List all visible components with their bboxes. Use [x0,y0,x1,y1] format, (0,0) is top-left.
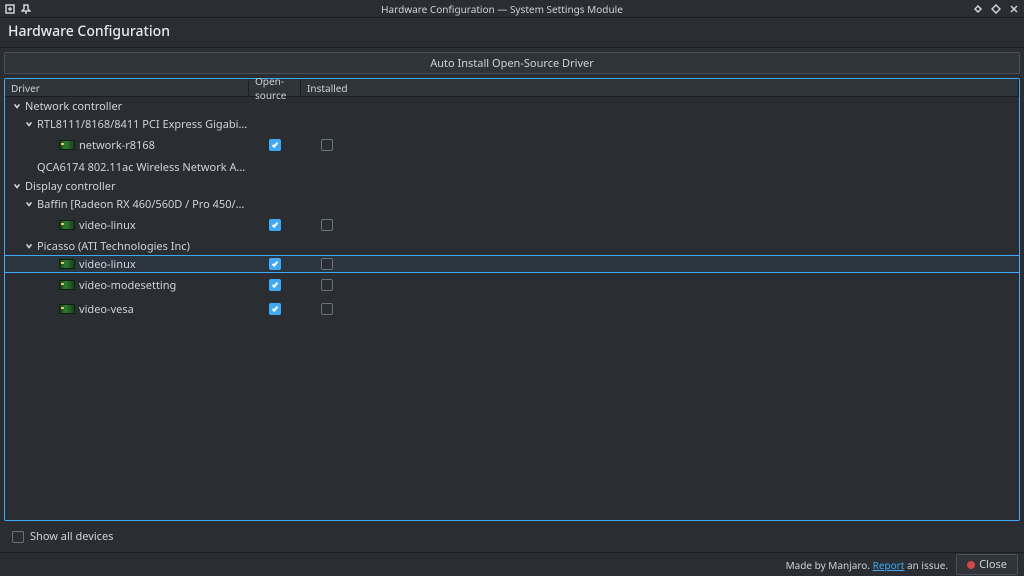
report-link[interactable]: Report [873,558,905,572]
installed-checkbox[interactable] [321,258,333,270]
page-title: Hardware Configuration [8,22,1016,41]
installed-checkbox[interactable] [321,139,333,151]
hardware-card-icon [59,220,75,230]
table-row[interactable]: Picasso (ATI Technologies Inc) [5,237,1019,255]
table-header: Driver Open-source Installed [5,79,1019,97]
open-source-checkbox[interactable] [269,279,281,291]
table-row[interactable]: Network controller [5,97,1019,115]
window-title: Hardware Configuration — System Settings… [32,2,972,16]
minimize-icon[interactable] [972,3,984,15]
hardware-card-icon [59,259,75,269]
close-dot-icon [967,561,975,569]
row-label: video-modesetting [79,278,176,293]
table-row[interactable]: video-vesa [5,297,1019,321]
maximize-icon[interactable] [990,3,1002,15]
table-row[interactable]: Display controller [5,177,1019,195]
table-row[interactable]: video-linux [5,213,1019,237]
credit-text: Made by Manjaro. Report an issue. [6,558,956,572]
table-row[interactable]: RTL8111/8168/8411 PCI Express Gigabit Et… [5,115,1019,133]
chevron-down-icon[interactable] [23,240,35,252]
col-header-driver[interactable]: Driver [5,79,249,96]
row-label: RTL8111/8168/8411 PCI Express Gigabit Et… [37,117,249,132]
installed-checkbox[interactable] [321,279,333,291]
close-button[interactable]: Close [956,554,1018,575]
show-all-checkbox[interactable] [12,531,24,543]
chevron-down-icon[interactable] [11,100,23,112]
table-row[interactable]: Baffin [Radeon RX 460/560D / Pro 450/455… [5,195,1019,213]
col-header-installed[interactable]: Installed [301,79,1019,96]
chevron-down-icon[interactable] [23,198,35,210]
close-icon[interactable] [1008,3,1020,15]
hardware-card-icon [59,140,75,150]
col-header-open-source[interactable]: Open-source [249,79,301,96]
open-source-checkbox[interactable] [269,258,281,270]
app-icon [4,3,16,15]
table-body: Network controller RTL8111/8168/8411 PCI … [5,97,1019,520]
row-label: video-linux [79,257,136,272]
footer: Made by Manjaro. Report an issue. Close [0,552,1024,576]
row-label: Display controller [25,179,116,194]
row-label: video-vesa [79,302,134,317]
row-label: Picasso (ATI Technologies Inc) [37,239,190,254]
pin-icon[interactable] [20,3,32,15]
installed-checkbox[interactable] [321,303,333,315]
open-source-checkbox[interactable] [269,303,281,315]
table-row[interactable]: video-modesetting [5,273,1019,297]
open-source-checkbox[interactable] [269,139,281,151]
table-row[interactable]: QCA6174 802.11ac Wireless Network Adapte… [5,157,1019,177]
hardware-card-icon [59,304,75,314]
driver-table: Driver Open-source Installed Network con… [4,78,1020,521]
chevron-down-icon[interactable] [23,118,35,130]
row-label: video-linux [79,218,136,233]
row-label: Baffin [Radeon RX 460/560D / Pro 450/455… [37,197,249,212]
row-label: QCA6174 802.11ac Wireless Network Adapte… [37,160,249,175]
titlebar: Hardware Configuration — System Settings… [0,0,1024,18]
row-label: network-r8168 [79,138,155,153]
open-source-checkbox[interactable] [269,219,281,231]
table-row[interactable]: video-linux [5,255,1019,273]
row-label: Network controller [25,99,122,114]
show-all-label: Show all devices [30,529,113,544]
hardware-card-icon [59,280,75,290]
chevron-down-icon[interactable] [11,180,23,192]
page-header: Hardware Configuration [0,18,1024,48]
auto-install-button[interactable]: Auto Install Open-Source Driver [4,52,1020,74]
table-row[interactable]: network-r8168 [5,133,1019,157]
installed-checkbox[interactable] [321,219,333,231]
